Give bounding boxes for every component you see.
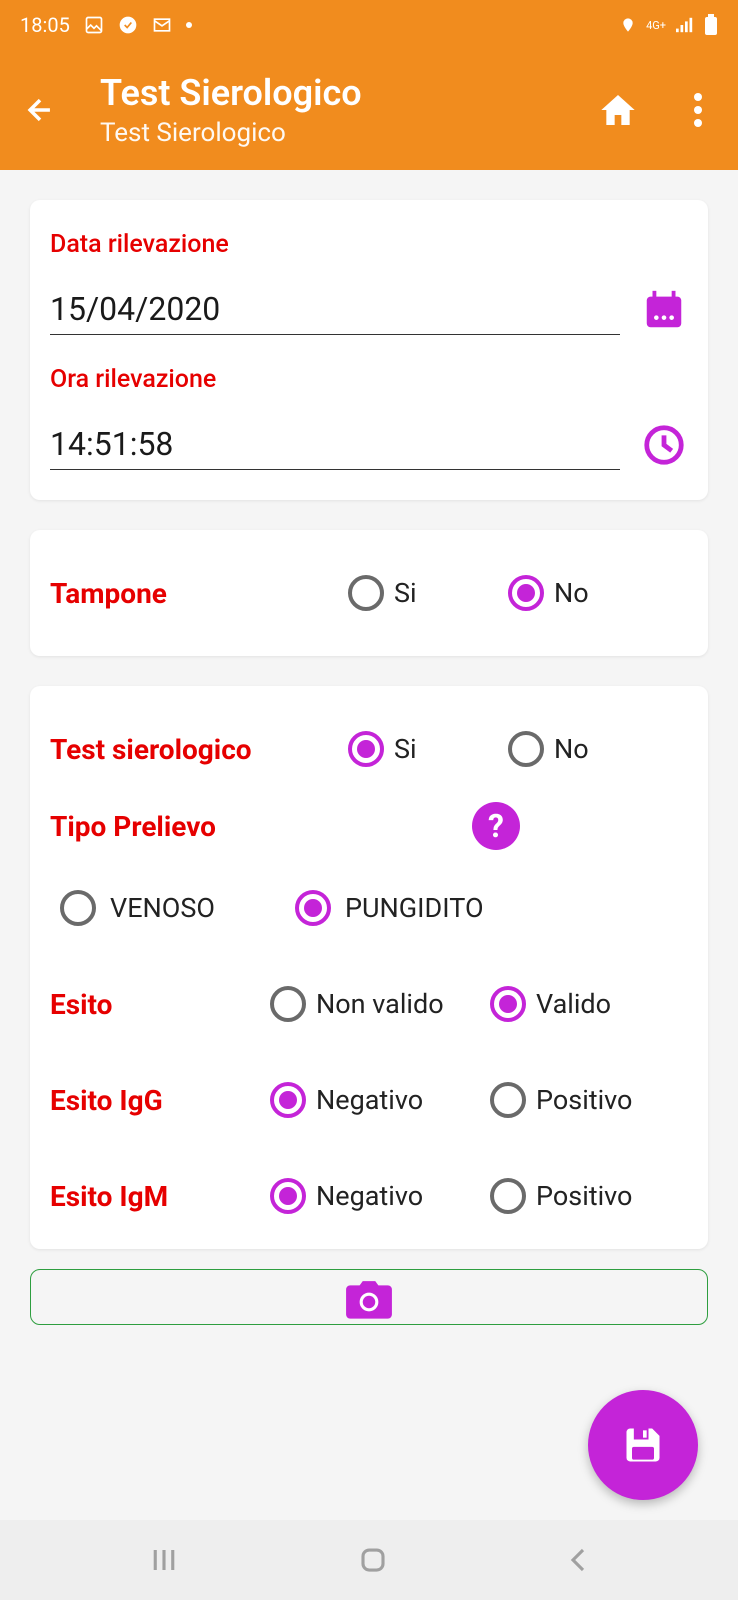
home-nav-button[interactable]	[358, 1545, 388, 1575]
battery-icon	[704, 14, 718, 36]
recents-button[interactable]	[149, 1545, 179, 1575]
system-nav-bar	[0, 1520, 738, 1600]
tampone-label: Tampone	[50, 577, 338, 610]
app-header: Test Sierologico Test Sierologico	[0, 50, 738, 170]
datetime-card: Data rilevazione Ora rilevazione	[30, 200, 708, 500]
tipo-label: Tipo Prelievo	[50, 810, 216, 843]
camera-icon	[344, 1280, 394, 1324]
esito-label: Esito	[50, 988, 260, 1021]
test-siero-no[interactable]: No	[508, 731, 688, 767]
page-title: Test Sierologico	[100, 72, 598, 114]
location-icon	[620, 17, 636, 33]
radio-label: PUNGIDITO	[345, 892, 484, 924]
more-button[interactable]	[678, 90, 718, 130]
esito-non-valido[interactable]: Non valido	[270, 986, 480, 1022]
radio-icon	[60, 890, 96, 926]
image-icon	[84, 15, 104, 35]
back-nav-button[interactable]	[567, 1545, 589, 1575]
tipo-pungidito[interactable]: PUNGIDITO	[295, 890, 484, 926]
test-siero-si[interactable]: Si	[348, 731, 498, 767]
esito-igm-label: Esito IgM	[50, 1180, 260, 1213]
clock-icon[interactable]	[640, 421, 688, 469]
save-fab[interactable]	[588, 1390, 698, 1500]
radio-icon	[508, 731, 544, 767]
home-button[interactable]	[598, 90, 638, 130]
esito-valido[interactable]: Valido	[490, 986, 670, 1022]
tampone-si[interactable]: Si	[348, 575, 498, 611]
back-button[interactable]	[20, 90, 60, 130]
tampone-card: Tampone Si No	[30, 530, 708, 656]
tipo-venoso[interactable]: VENOSO	[60, 890, 215, 926]
radio-label: No	[554, 577, 589, 609]
tampone-no[interactable]: No	[508, 575, 688, 611]
radio-label: Non valido	[316, 988, 444, 1020]
radio-label: Negativo	[316, 1084, 423, 1116]
status-bar: 18:05 4G+	[0, 0, 738, 50]
test-siero-card: Test sierologico Si No Tipo Prelievo ?	[30, 686, 708, 1249]
radio-icon	[490, 986, 526, 1022]
radio-icon	[270, 986, 306, 1022]
radio-icon	[348, 575, 384, 611]
radio-icon	[270, 1178, 306, 1214]
radio-label: No	[554, 733, 589, 765]
esito-igm-negativo[interactable]: Negativo	[270, 1178, 480, 1214]
radio-icon	[295, 890, 331, 926]
radio-label: Si	[394, 577, 417, 609]
test-siero-label: Test sierologico	[50, 733, 338, 766]
save-icon	[621, 1423, 665, 1467]
time-input[interactable]	[50, 419, 620, 470]
radio-icon	[348, 731, 384, 767]
notification-dot-icon	[186, 22, 192, 28]
radio-label: Valido	[536, 988, 611, 1020]
radio-icon	[490, 1082, 526, 1118]
date-input[interactable]	[50, 284, 620, 335]
radio-label: VENOSO	[110, 892, 215, 924]
radio-icon	[508, 575, 544, 611]
status-time: 18:05	[20, 13, 70, 37]
calendar-icon[interactable]	[640, 286, 688, 334]
radio-label: Positivo	[536, 1180, 632, 1212]
esito-igm-positivo[interactable]: Positivo	[490, 1178, 670, 1214]
mail-icon	[152, 15, 172, 35]
radio-icon	[270, 1082, 306, 1118]
esito-igg-positivo[interactable]: Positivo	[490, 1082, 670, 1118]
network-label: 4G+	[646, 19, 666, 32]
radio-label: Si	[394, 733, 417, 765]
help-button[interactable]: ?	[472, 802, 520, 850]
signal-icon	[676, 17, 694, 33]
esito-igg-negativo[interactable]: Negativo	[270, 1082, 480, 1118]
date-label: Data rilevazione	[50, 230, 688, 259]
page-subtitle: Test Sierologico	[100, 118, 598, 148]
radio-icon	[490, 1178, 526, 1214]
radio-label: Negativo	[316, 1180, 423, 1212]
time-label: Ora rilevazione	[50, 365, 688, 394]
radio-label: Positivo	[536, 1084, 632, 1116]
camera-button[interactable]	[30, 1269, 708, 1325]
check-circle-icon	[118, 15, 138, 35]
esito-igg-label: Esito IgG	[50, 1084, 260, 1117]
